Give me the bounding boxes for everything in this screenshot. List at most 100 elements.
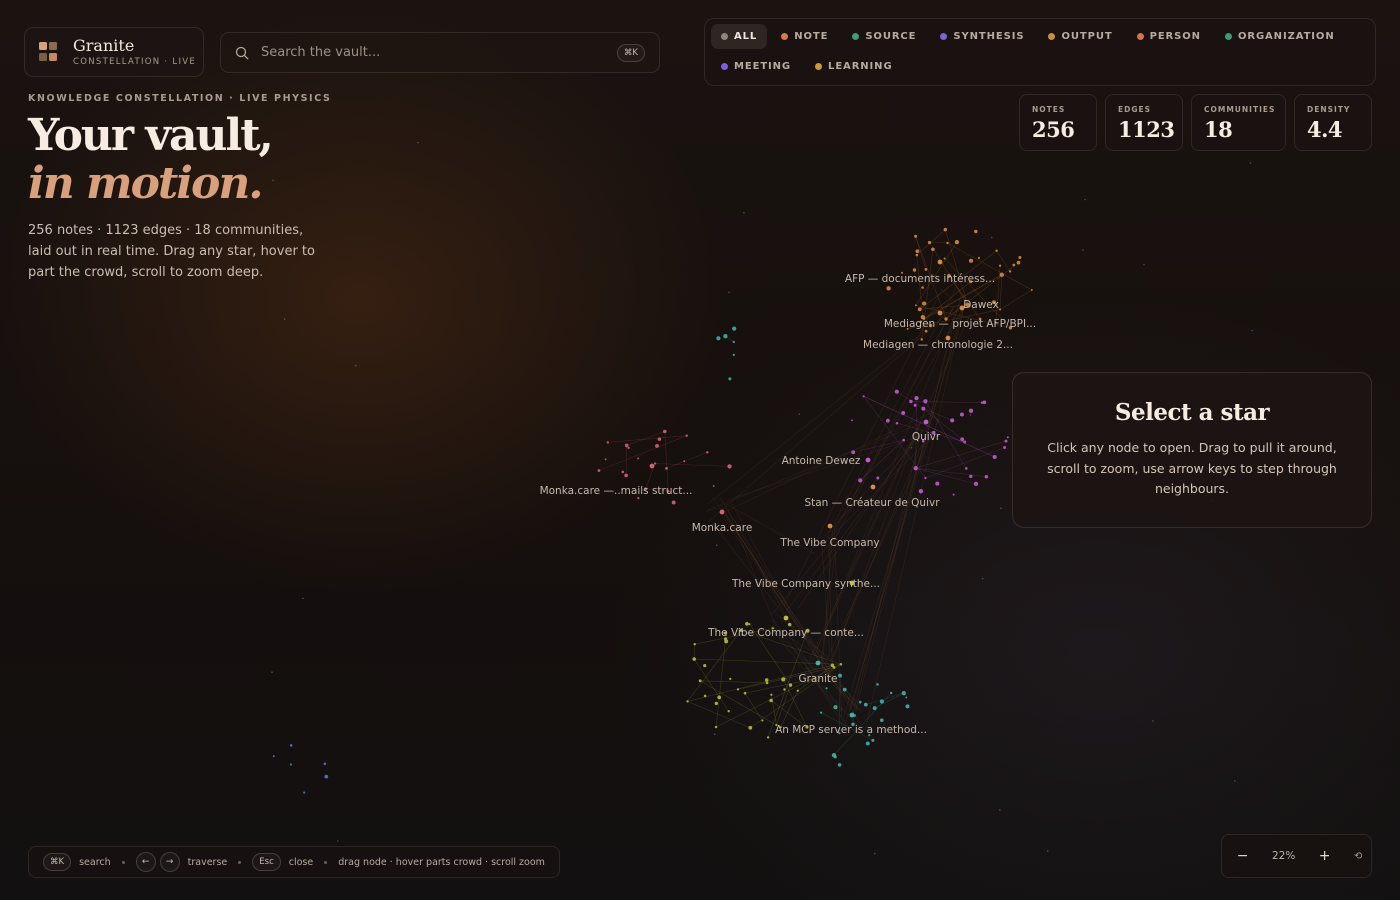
graph-node-highlight[interactable]: [849, 712, 855, 718]
graph-node[interactable]: [968, 258, 974, 263]
filter-chip-output[interactable]: OUTPUT: [1038, 24, 1122, 49]
graph-node[interactable]: [302, 597, 304, 600]
graph-node[interactable]: [851, 450, 856, 455]
graph-node[interactable]: [732, 353, 735, 357]
graph-node[interactable]: [657, 437, 662, 441]
graph-node[interactable]: [665, 467, 668, 470]
graph-node[interactable]: [783, 688, 786, 691]
graph-node[interactable]: [839, 663, 843, 666]
graph-node-highlight[interactable]: [783, 615, 789, 621]
graph-node[interactable]: [980, 401, 984, 404]
graph-node[interactable]: [943, 227, 948, 232]
graph-node[interactable]: [732, 340, 735, 344]
graph-node[interactable]: [905, 696, 908, 699]
graph-node[interactable]: [727, 710, 730, 713]
graph-node[interactable]: [606, 441, 609, 444]
zoom-in-button[interactable]: +: [1313, 848, 1337, 864]
graph-node[interactable]: [981, 577, 984, 580]
graph-node[interactable]: [959, 412, 964, 417]
graph-node[interactable]: [921, 406, 926, 411]
graph-node[interactable]: [914, 234, 918, 238]
graph-node[interactable]: [905, 704, 910, 709]
graph-node[interactable]: [1012, 263, 1016, 267]
graph-node[interactable]: [663, 429, 667, 434]
graph-node[interactable]: [685, 434, 688, 437]
graph-node[interactable]: [838, 673, 842, 678]
graph-node[interactable]: [728, 291, 730, 294]
graph-node[interactable]: [637, 457, 640, 460]
graph-node[interactable]: [872, 706, 877, 711]
graph-node[interactable]: [698, 679, 702, 683]
graph-node[interactable]: [995, 249, 998, 252]
graph-node[interactable]: [946, 241, 949, 245]
graph-node[interactable]: [597, 469, 601, 472]
graph-node-highlight[interactable]: [937, 310, 943, 316]
graph-node[interactable]: [728, 377, 732, 381]
filter-chip-source[interactable]: SOURCE: [842, 24, 926, 49]
graph-node[interactable]: [289, 763, 293, 766]
graph-node[interactable]: [901, 690, 906, 696]
graph-node[interactable]: [624, 473, 628, 478]
graph-node[interactable]: [283, 318, 286, 320]
graph-node[interactable]: [736, 688, 740, 691]
graph-node[interactable]: [716, 544, 718, 546]
graph-node[interactable]: [769, 698, 773, 703]
graph-node[interactable]: [271, 671, 273, 673]
graph-node[interactable]: [862, 395, 865, 398]
graph-node[interactable]: [712, 485, 715, 487]
zoom-out-button[interactable]: −: [1231, 848, 1255, 864]
graph-node-highlight[interactable]: [649, 463, 655, 469]
graph-node[interactable]: [764, 678, 769, 682]
graph-node[interactable]: [787, 622, 792, 627]
graph-node[interactable]: [1016, 260, 1021, 265]
graph-node[interactable]: [833, 755, 837, 759]
graph-node[interactable]: [655, 443, 659, 448]
graph-node[interactable]: [604, 458, 607, 461]
graph-node[interactable]: [927, 240, 932, 245]
graph-node[interactable]: [992, 454, 997, 460]
graph-node-highlight[interactable]: [865, 457, 871, 463]
graph-node-highlight[interactable]: [827, 523, 833, 529]
graph-node[interactable]: [921, 286, 924, 289]
graph-node[interactable]: [973, 481, 979, 487]
graph-node[interactable]: [627, 446, 630, 450]
graph-node[interactable]: [952, 493, 955, 496]
graph-node[interactable]: [624, 443, 629, 448]
reset-icon[interactable]: ⟲: [1354, 851, 1362, 862]
graph-node[interactable]: [303, 791, 306, 794]
graph-node[interactable]: [743, 211, 745, 214]
graph-node[interactable]: [653, 462, 657, 465]
graph-node[interactable]: [1003, 446, 1007, 449]
graph-node[interactable]: [1249, 162, 1252, 164]
graph-node[interactable]: [748, 623, 751, 626]
graph-node[interactable]: [902, 438, 906, 442]
graph-node[interactable]: [964, 467, 968, 470]
graph-node[interactable]: [886, 286, 891, 291]
graph-node[interactable]: [914, 395, 919, 401]
search-input[interactable]: [261, 45, 617, 60]
graph-node[interactable]: [713, 733, 716, 735]
graph-node[interactable]: [671, 500, 676, 505]
graph-node[interactable]: [974, 229, 978, 234]
graph-node[interactable]: [950, 418, 955, 423]
graph-node[interactable]: [1000, 507, 1002, 510]
graph-node[interactable]: [729, 677, 732, 681]
graph-node[interactable]: [770, 693, 773, 696]
graph-node[interactable]: [879, 699, 884, 704]
graph-node[interactable]: [706, 451, 709, 454]
graph-node[interactable]: [982, 400, 987, 405]
filter-chip-person[interactable]: PERSON: [1127, 24, 1211, 49]
graph-node[interactable]: [895, 421, 899, 425]
graph-node[interactable]: [825, 687, 828, 690]
graph-node[interactable]: [943, 257, 946, 260]
graph-node[interactable]: [714, 701, 718, 706]
graph-node[interactable]: [894, 389, 899, 394]
graph-node[interactable]: [880, 718, 884, 722]
graph-node[interactable]: [909, 399, 913, 404]
graph-node[interactable]: [745, 622, 749, 626]
graph-node[interactable]: [354, 364, 357, 367]
graph-node[interactable]: [692, 657, 697, 661]
graph-node[interactable]: [890, 691, 893, 695]
filter-chip-meeting[interactable]: MEETING: [711, 54, 801, 79]
graph-node[interactable]: [865, 741, 870, 746]
